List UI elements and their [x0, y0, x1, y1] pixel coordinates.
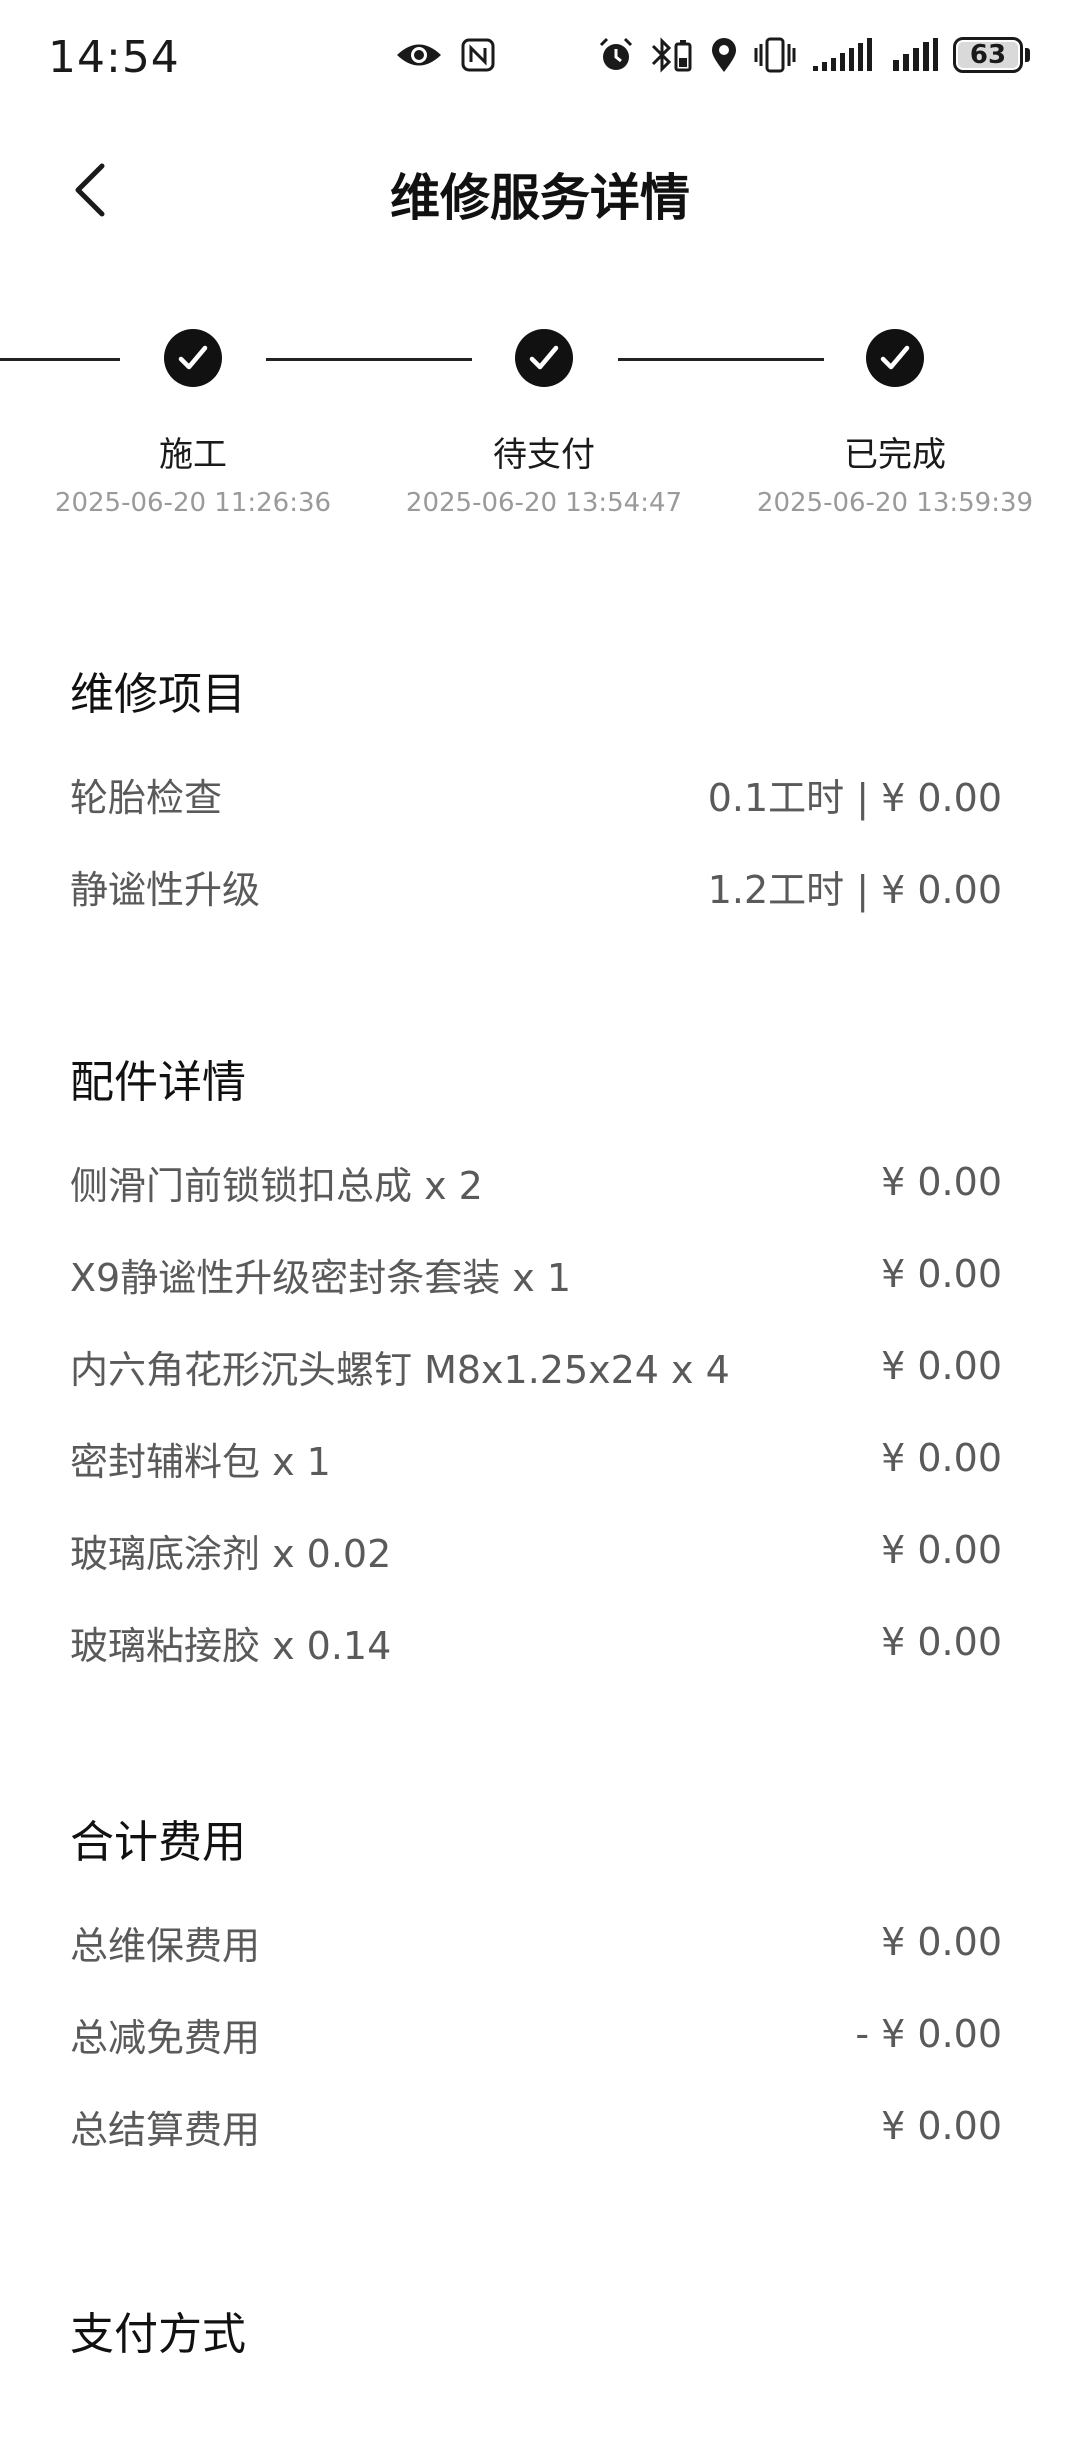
list-item: 内六角花形沉头螺钉 M8x1.25x24 x 4 ¥ 0.00: [70, 1320, 1002, 1412]
progress-steps: 施工 2025-06-20 11:26:36 待支付 2025-06-20 13…: [0, 320, 1080, 540]
list-item: 静谧性升级 1.2工时 | ¥ 0.00: [70, 840, 1002, 932]
list-item: 总结算费用 ¥ 0.00: [70, 2080, 1002, 2172]
signal-icon: [891, 36, 939, 74]
item-name: 静谧性升级: [70, 867, 261, 912]
list-item: X9静谧性升级密封条套装 x 1 ¥ 0.00: [70, 1228, 1002, 1320]
step-label: 施工: [159, 435, 227, 475]
list-item: 玻璃粘接胶 x 0.14 ¥ 0.00: [70, 1596, 1002, 1688]
alarm-icon: [597, 36, 635, 74]
step-pending-payment: 待支付 2025-06-20 13:54:47: [374, 320, 714, 518]
step-time: 2025-06-20 13:54:47: [405, 488, 683, 518]
parts-section: 配件详情 侧滑门前锁锁扣总成 x 2 ¥ 0.00 X9静谧性升级密封条套装 x…: [70, 1048, 1002, 1688]
step-label: 待支付: [493, 435, 595, 475]
item-value: ¥ 0.00: [881, 1436, 1002, 1480]
item-name: 总结算费用: [70, 2107, 261, 2152]
list-item: 轮胎检查 0.1工时 | ¥ 0.00: [70, 748, 1002, 840]
status-icons-right-group: 63: [597, 36, 1030, 74]
item-value: ¥ 0.00: [881, 2104, 1002, 2148]
section-title: 支付方式: [70, 2309, 246, 2360]
item-name: 轮胎检查: [70, 775, 223, 820]
item-value: ¥ 0.00: [881, 1252, 1002, 1296]
list-item: 侧滑门前锁锁扣总成 x 2 ¥ 0.00: [70, 1136, 1002, 1228]
step-time: 2025-06-20 13:59:39: [756, 488, 1034, 518]
header: 维修服务详情: [0, 140, 1080, 240]
check-icon: [866, 329, 924, 387]
totals-section: 合计费用 总维保费用 ¥ 0.00 总减免费用 - ¥ 0.00 总结算费用 ¥…: [70, 1808, 1002, 2172]
item-name: 内六角花形沉头螺钉 M8x1.25x24 x 4: [70, 1347, 730, 1392]
page-title: 维修服务详情: [390, 169, 690, 227]
item-value: ¥ 0.00: [881, 1920, 1002, 1964]
location-icon: [709, 36, 739, 74]
list-item: 总维保费用 ¥ 0.00: [70, 1896, 1002, 1988]
eye-icon: [395, 40, 443, 70]
section-title: 维修项目: [70, 669, 246, 720]
section-title: 合计费用: [70, 1817, 246, 1868]
bluetooth-battery-icon: [649, 36, 695, 74]
vibrate-icon: [753, 36, 797, 74]
status-bar: 14:54 63: [0, 0, 1080, 120]
status-icons-left-group: [395, 38, 495, 72]
item-value: 1.2工时 | ¥ 0.00: [707, 867, 1002, 912]
item-value: ¥ 0.00: [881, 1344, 1002, 1388]
signal-icon: [811, 36, 877, 74]
battery-level: 63: [958, 40, 1018, 70]
list-item: 玻璃底涂剂 x 0.02 ¥ 0.00: [70, 1504, 1002, 1596]
section-title: 配件详情: [70, 1057, 246, 1108]
item-name: 总维保费用: [70, 1923, 261, 1968]
item-name: 总减免费用: [70, 2015, 261, 2060]
list-item: 密封辅料包 x 1 ¥ 0.00: [70, 1412, 1002, 1504]
step-label: 已完成: [844, 435, 946, 475]
item-value: ¥ 0.00: [881, 1620, 1002, 1664]
repair-items-section: 维修项目 轮胎检查 0.1工时 | ¥ 0.00 静谧性升级 1.2工时 | ¥…: [70, 660, 1002, 932]
step-completed: 已完成 2025-06-20 13:59:39: [725, 320, 1065, 518]
step-time: 2025-06-20 11:26:36: [54, 488, 332, 518]
step-construction: 施工 2025-06-20 11:26:36: [23, 320, 363, 518]
item-name: 密封辅料包 x 1: [70, 1439, 331, 1484]
item-name: 玻璃底涂剂 x 0.02: [70, 1531, 392, 1576]
check-icon: [164, 329, 222, 387]
item-value: - ¥ 0.00: [855, 2012, 1002, 2056]
battery-indicator: 63: [953, 37, 1030, 73]
item-name: 侧滑门前锁锁扣总成 x 2: [70, 1163, 483, 1208]
item-value: ¥ 0.00: [881, 1160, 1002, 1204]
status-time: 14:54: [48, 32, 180, 83]
payment-section: 支付方式: [70, 2300, 1002, 2370]
item-value: 0.1工时 | ¥ 0.00: [707, 775, 1002, 820]
check-icon: [515, 329, 573, 387]
nfc-icon: [461, 38, 495, 72]
list-item: 总减免费用 - ¥ 0.00: [70, 1988, 1002, 2080]
item-name: 玻璃粘接胶 x 0.14: [70, 1623, 392, 1668]
item-name: X9静谧性升级密封条套装 x 1: [70, 1255, 572, 1300]
item-value: ¥ 0.00: [881, 1528, 1002, 1572]
